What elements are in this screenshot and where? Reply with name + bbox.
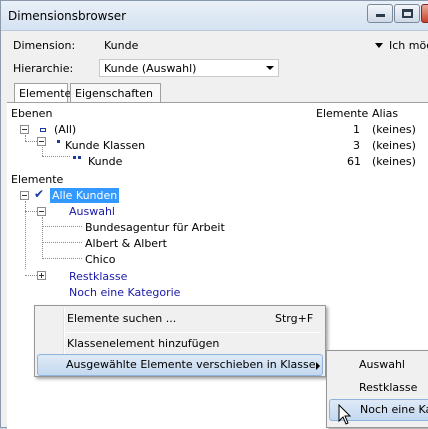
level-row-kunde[interactable]: Kunde bbox=[88, 155, 122, 168]
level-count: 1 bbox=[353, 123, 360, 136]
triangle-down-icon bbox=[375, 43, 383, 48]
level-all-icon bbox=[40, 128, 46, 132]
menu-item-label: Ausgewählte Elemente verschieben in Klas… bbox=[66, 358, 316, 371]
level-row-all[interactable]: (All) bbox=[54, 123, 76, 136]
collapse-all-icon[interactable] bbox=[20, 125, 29, 134]
tree-line bbox=[42, 226, 82, 227]
submenu-item-auswahl[interactable]: Auswahl bbox=[329, 354, 428, 376]
level-row-classes[interactable]: Kunde Klassen bbox=[65, 139, 145, 152]
hierarchy-label: Hierarchie: bbox=[13, 62, 74, 75]
context-menu: Elemente suchen ... Strg+F Klassenelemen… bbox=[34, 305, 326, 377]
option-text: Ich möc bbox=[389, 39, 428, 52]
level-alias: (keines) bbox=[372, 123, 416, 136]
menu-item-label: Klassenelement hinzufügen bbox=[67, 337, 220, 350]
tree-item-auswahl[interactable]: Auswahl bbox=[69, 205, 115, 218]
level-count: 3 bbox=[353, 139, 360, 152]
level-classes-icon bbox=[57, 140, 60, 143]
levels-header-alias: Alias bbox=[372, 107, 399, 120]
level-alias: (keines) bbox=[372, 155, 416, 168]
tree-item-child[interactable]: Bundesagentur für Arbeit bbox=[85, 221, 225, 234]
menu-item-elemente-suchen[interactable]: Elemente suchen ... Strg+F bbox=[37, 308, 323, 330]
hierarchy-select[interactable]: Kunde (Auswahl) bbox=[99, 59, 279, 77]
levels-header-name: Ebenen bbox=[11, 107, 53, 120]
tree-line bbox=[42, 217, 43, 257]
tree-line bbox=[42, 258, 82, 259]
expand-restklasse-icon[interactable] bbox=[37, 271, 46, 280]
chevron-down-icon bbox=[266, 66, 274, 70]
title-bar[interactable]: Dimensionsbrowser bbox=[1, 1, 428, 31]
menu-item-verschieben-in-klasse[interactable]: Ausgewählte Elemente verschieben in Klas… bbox=[37, 354, 323, 376]
tree-item-noch-eine-kategorie[interactable]: Noch eine Kategorie bbox=[69, 286, 180, 299]
submenu-arrow-icon bbox=[316, 362, 320, 370]
tree-line bbox=[25, 211, 37, 212]
tree-line bbox=[42, 147, 43, 156]
dimension-label: Dimension: bbox=[13, 39, 76, 52]
menu-item-shortcut: Strg+F bbox=[275, 312, 314, 325]
tree-line bbox=[25, 141, 37, 142]
tab-elemente[interactable]: Elemente bbox=[14, 83, 71, 104]
hierarchy-value: Kunde (Auswahl) bbox=[104, 62, 197, 75]
mouse-pointer-icon bbox=[338, 404, 352, 425]
collapse-auswahl-icon[interactable] bbox=[37, 207, 46, 216]
window-title: Dimensionsbrowser bbox=[8, 9, 127, 23]
level-kunde-icon bbox=[78, 156, 81, 159]
level-kunde-icon bbox=[73, 156, 76, 159]
elements-header: Elemente bbox=[11, 173, 64, 186]
level-count: 61 bbox=[347, 155, 361, 168]
option-dropdown[interactable]: Ich möc bbox=[375, 39, 428, 52]
tree-item-alle-kunden[interactable]: Alle Kunden bbox=[50, 188, 120, 203]
submenu-item-label: Auswahl bbox=[359, 358, 405, 371]
submenu-item-restklasse[interactable]: Restklasse bbox=[329, 377, 428, 399]
minimize-icon bbox=[376, 14, 385, 17]
maximize-button[interactable] bbox=[394, 4, 420, 23]
dimension-value: Kunde bbox=[104, 39, 139, 52]
menu-item-label: Elemente suchen ... bbox=[67, 312, 177, 325]
checkmark-icon: ✔ bbox=[34, 187, 45, 201]
tab-eigenschaften[interactable]: Eigenschaften bbox=[70, 83, 161, 103]
menu-item-klassenelement-hinzufuegen[interactable]: Klassenelement hinzufügen bbox=[37, 333, 323, 355]
tree-line bbox=[42, 242, 82, 243]
tree-line bbox=[42, 156, 70, 157]
collapse-classes-icon[interactable] bbox=[37, 137, 46, 146]
tree-item-child[interactable]: Albert & Albert bbox=[85, 237, 167, 250]
maximize-icon bbox=[402, 9, 413, 18]
tree-line bbox=[25, 275, 37, 276]
minimize-button[interactable] bbox=[367, 4, 393, 23]
submenu-item-label: Restklasse bbox=[359, 381, 418, 394]
level-alias: (keines) bbox=[372, 139, 416, 152]
levels-header-elements: Elemente bbox=[316, 107, 369, 120]
submenu-item-label: Noch eine Ka bbox=[360, 403, 428, 416]
close-button[interactable] bbox=[421, 4, 428, 23]
tree-item-child[interactable]: Chico bbox=[85, 253, 116, 266]
tree-item-restklasse[interactable]: Restklasse bbox=[69, 270, 127, 283]
collapse-root-icon[interactable] bbox=[20, 191, 29, 200]
